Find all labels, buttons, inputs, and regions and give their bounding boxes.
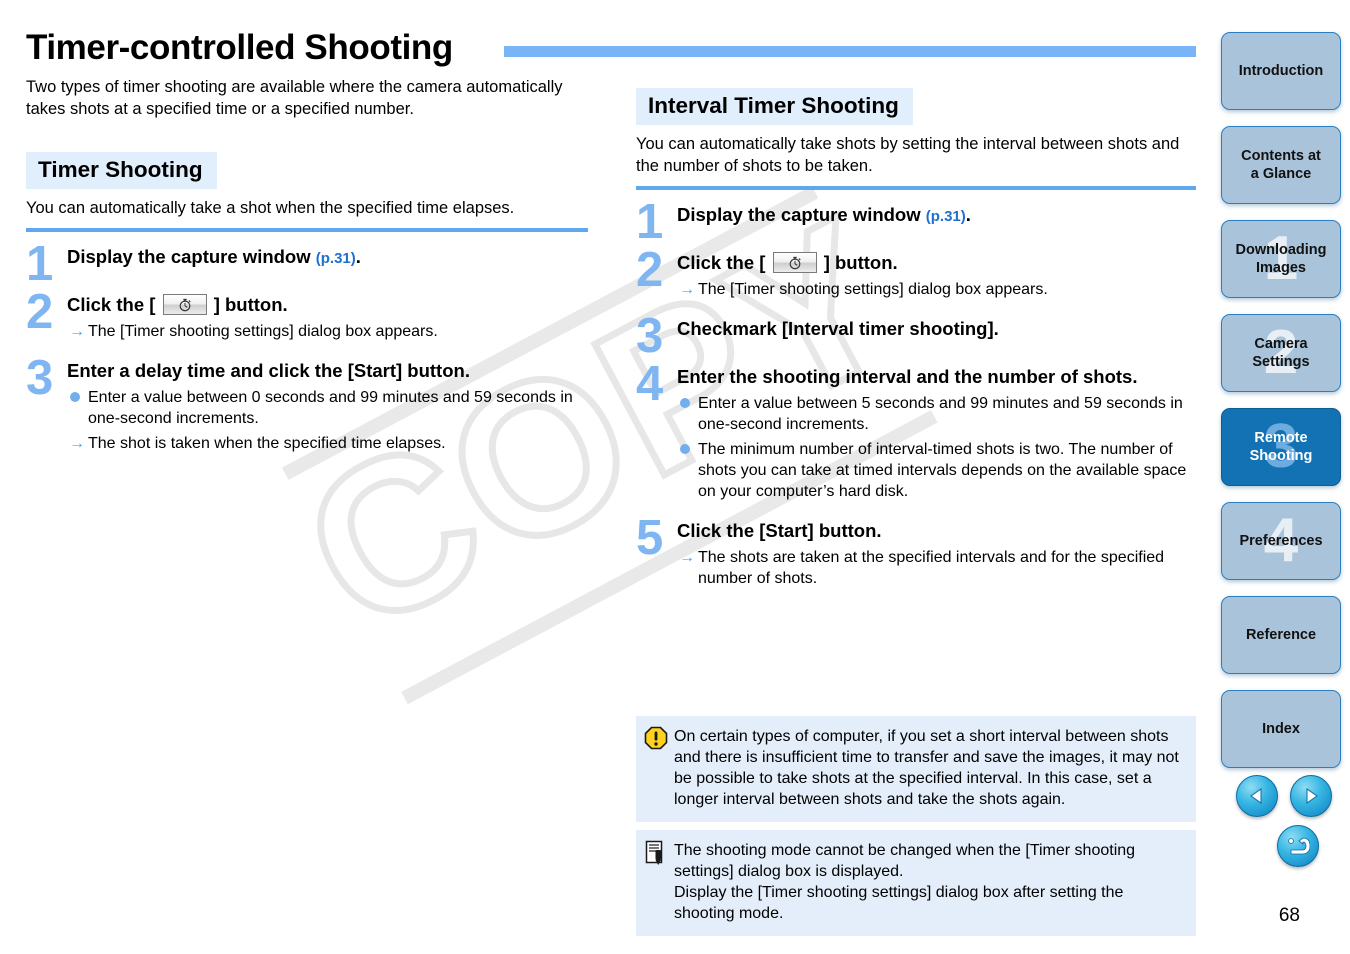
left-column: Timer Shooting You can automatically tak… [26, 152, 588, 454]
page-reference-link[interactable]: (p.31) [316, 250, 356, 267]
step-number: 2 [636, 243, 664, 297]
item-text: The [Timer shooting settings] dialog box… [88, 323, 438, 340]
note-text: The shooting mode cannot be changed when… [674, 842, 1136, 880]
item-text: The minimum number of interval-timed sho… [698, 441, 1187, 500]
item-text: The shot is taken when the specified tim… [88, 435, 446, 452]
next-page-button[interactable] [1290, 775, 1332, 817]
memo-icon [645, 840, 663, 865]
item-text: The shots are taken at the specified int… [698, 549, 1165, 587]
caution-icon [644, 726, 668, 750]
bullet-dot-icon [680, 444, 690, 454]
sidebar-item-label: Preferences [1239, 533, 1323, 549]
title-rule [504, 46, 1196, 57]
step-item: 1 Display the capture window (p.31). [636, 198, 1196, 247]
previous-page-button[interactable] [1236, 775, 1278, 817]
step-number: 1 [636, 195, 664, 249]
step-number: 1 [26, 237, 54, 291]
sidebar-item-preferences[interactable]: 4 Preferences [1221, 502, 1341, 580]
page-title: Timer-controlled Shooting [26, 28, 453, 67]
item-text: Enter a value between 0 seconds and 99 m… [88, 389, 573, 427]
result-item: → The shot is taken when the specified ti… [69, 433, 588, 454]
steps-list-right: 1 Display the capture window (p.31). 2 Clic… [636, 198, 1196, 589]
section-divider-left [26, 228, 588, 232]
step-number: 2 [26, 285, 54, 339]
step-item: 2 Click the [ ] button. → The [Timer shooti… [636, 243, 1196, 300]
notes-container: On certain types of computer, if you set… [636, 716, 1196, 944]
note-text: On certain types of computer, if you set… [674, 728, 1179, 808]
sidebar-item-label: Introduction [1238, 63, 1324, 79]
manual-page: COPY Timer-controlled Shooting Two types… [0, 0, 1350, 954]
step-number: 3 [636, 309, 664, 363]
step-number: 3 [26, 351, 54, 405]
page-number: 68 [1278, 905, 1300, 926]
item-text: The [Timer shooting settings] dialog box… [698, 281, 1048, 298]
result-item: → The [Timer shooting settings] dialog bo… [69, 321, 588, 342]
bullet-item: Enter a value between 5 seconds and 99 m… [679, 393, 1196, 435]
sidebar-item-reference[interactable]: Reference [1221, 596, 1341, 674]
arrow-right-icon: → [69, 323, 85, 340]
bullet-item: The minimum number of interval-timed sho… [679, 439, 1196, 502]
step-title: Enter the shooting interval and the numb… [677, 366, 1138, 387]
step-title: Click the [ ] button. [677, 252, 898, 273]
sidebar-item-label: Contents at a Glance [1241, 148, 1321, 182]
step-title: Display the capture window (p.31). [677, 204, 971, 225]
bullet-dot-icon [70, 392, 80, 402]
steps-list-left: 1 Display the capture window (p.31). 2 Cli… [26, 240, 588, 454]
page-reference-link[interactable]: (p.31) [926, 208, 966, 225]
arrow-right-icon: → [69, 435, 85, 452]
step-item: 5 Click the [Start] button. → The shots are… [636, 511, 1196, 589]
triangle-left-icon [1250, 788, 1262, 804]
sidebar-item-contents-at-a-glance[interactable]: Contents at a Glance [1221, 126, 1341, 204]
title-block: Timer-controlled Shooting [26, 26, 1196, 72]
sidebar-item-label: Downloading Images [1235, 242, 1327, 276]
step-item: 3 Checkmark [Interval timer shooting]. [636, 312, 1196, 361]
note-text: Display the [Timer shooting settings] di… [674, 884, 1124, 922]
sidebar-item-introduction[interactable]: Introduction [1221, 32, 1341, 110]
stopwatch-icon[interactable] [162, 294, 207, 315]
return-arrow-icon [1288, 837, 1310, 855]
section-heading-interval-timer-shooting: Interval Timer Shooting [636, 88, 913, 125]
step-number: 4 [636, 357, 664, 411]
section-lede-left: You can automatically take a shot when t… [26, 199, 515, 217]
step-title: Click the [Start] button. [677, 520, 882, 541]
page-navigation-controls [1236, 775, 1336, 867]
arrow-right-icon: → [679, 549, 695, 566]
step-title: Enter a delay time and click the [Start]… [67, 360, 470, 381]
stopwatch-icon[interactable] [772, 252, 817, 273]
sidebar-item-remote-shooting[interactable]: 3 Remote Shooting [1221, 408, 1341, 486]
result-item: → The shots are taken at the specified in… [679, 547, 1196, 589]
step-title: Checkmark [Interval timer shooting]. [677, 318, 999, 339]
sidebar-navigation: Introduction Contents at a Glance 1 Downloa… [1221, 32, 1341, 784]
sidebar-item-label: Camera Settings [1252, 336, 1310, 370]
section-lede-right: You can automatically take shots by sett… [636, 135, 1180, 175]
bullet-item: Enter a value between 0 seconds and 99 m… [69, 387, 588, 429]
back-button[interactable] [1277, 825, 1319, 867]
caution-note: On certain types of computer, if you set… [636, 716, 1196, 822]
step-item: 4 Enter the shooting interval and the num… [636, 357, 1196, 502]
item-text: Enter a value between 5 seconds and 99 m… [698, 395, 1183, 433]
step-title: Click the [ ] button. [67, 294, 288, 315]
arrow-right-icon: → [679, 281, 695, 298]
step-item: 3 Enter a delay time and click the [Start… [26, 351, 588, 454]
step-title: Display the capture window (p.31). [67, 246, 361, 267]
section-heading-timer-shooting: Timer Shooting [26, 152, 217, 189]
sidebar-item-downloading-images[interactable]: 1 Downloading Images [1221, 220, 1341, 298]
section-divider-right [636, 186, 1196, 190]
bullet-dot-icon [680, 398, 690, 408]
intro-paragraph: Two types of timer shooting are availabl… [26, 78, 563, 118]
result-item: → The [Timer shooting settings] dialog bo… [679, 279, 1196, 300]
sidebar-item-label: Remote Shooting [1249, 430, 1313, 464]
sidebar-item-camera-settings[interactable]: 2 Camera Settings [1221, 314, 1341, 392]
sidebar-item-index[interactable]: Index [1221, 690, 1341, 768]
step-item: 1 Display the capture window (p.31). [26, 240, 588, 289]
sidebar-item-label: Index [1262, 721, 1300, 737]
memo-note: The shooting mode cannot be changed when… [636, 830, 1196, 936]
triangle-right-icon [1306, 788, 1318, 804]
step-item: 2 Click the [ ] button. → The [Timer shoot… [26, 285, 588, 342]
sidebar-item-label: Reference [1245, 627, 1317, 643]
right-column: Interval Timer Shooting You can automati… [636, 88, 1196, 589]
step-number: 5 [636, 511, 664, 565]
